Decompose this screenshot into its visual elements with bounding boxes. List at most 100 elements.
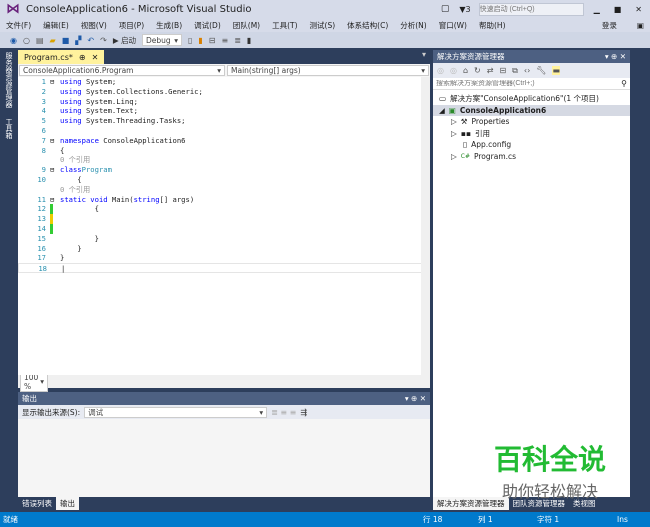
back-icon[interactable]: ◎ [437,66,444,75]
close-tab-icon[interactable]: ✕ [92,53,99,62]
undo-icon[interactable]: ↶ [87,36,94,45]
status-mode: Ins [617,515,628,524]
notification-icon[interactable]: ▢ [441,4,450,14]
menu-edit[interactable]: 编辑(E) [43,20,69,31]
expand-icon[interactable]: ▷ [451,117,457,126]
tree-project[interactable]: ◢ ▣ ConsoleApplication6 [433,104,630,116]
tab-overflow-icon[interactable]: ▾ [422,50,426,64]
reference-count[interactable]: 0 个引用 [60,155,90,165]
forward-icon[interactable]: ◎ [450,66,457,75]
show-all-icon[interactable]: ⧉ [512,66,518,76]
menu-project[interactable]: 项目(P) [119,20,144,31]
tree-solution[interactable]: ▭ 解决方案"ConsoleApplication6"(1 个项目) [433,93,630,105]
save-all-icon[interactable]: ▞ [75,36,81,45]
bookmark-toggle-icon[interactable]: ▮ [247,36,251,45]
solution-toolbar: ◎ ◎ ⌂ ↻ ⇄ ⊟ ⧉ ‹› 🔧︎ ▬ [433,63,630,78]
menu-architecture[interactable]: 体系结构(C) [347,20,388,31]
tab-output[interactable]: 输出 [56,497,79,510]
output-source-select[interactable]: 调试 ▾ [84,406,268,418]
menu-view[interactable]: 视图(V) [81,20,107,31]
clear-all-icon[interactable]: ≣ ≡ ≡ [271,408,296,417]
pin-icon[interactable]: ⊕ [79,53,86,62]
menu-window[interactable]: 窗口(W) [439,20,467,31]
bookmark-icon[interactable]: ▮ [198,36,202,45]
tree-properties[interactable]: ▷ ⚒ Properties [433,116,630,128]
properties-icon[interactable]: 🔧︎ [536,66,546,75]
zoom-value: 100 % [24,372,39,391]
tab-program-cs[interactable]: Program.cs* ⊕ ✕ [18,50,105,64]
quick-launch-input[interactable] [478,2,584,16]
menu-team[interactable]: 团队(M) [233,20,260,31]
menu-help[interactable]: 帮助(H) [479,20,506,31]
item-label: 引用 [474,128,490,138]
flag-icon[interactable]: ▼3 [459,5,470,14]
account-icon[interactable]: ▣ [637,21,644,30]
menu-test[interactable]: 测试(S) [310,20,336,31]
back-icon[interactable]: ◉ [10,36,17,45]
align-icon[interactable]: ⊟ [209,36,216,45]
tree-app-config[interactable]: ▯ App.config [433,139,630,151]
search-icon[interactable]: ⚲ [621,79,627,88]
preview-icon[interactable]: ▬ [552,66,560,75]
tab-error-list[interactable]: 错误列表 [18,497,56,510]
uncomment-icon[interactable]: ≣ [234,36,241,45]
member-select[interactable]: Main(string[] args) ▾ [227,65,429,76]
redo-icon[interactable]: ↷ [100,36,107,45]
navigation-bar: ConsoleApplication6.Program ▾ Main(string… [18,64,430,77]
tree-references[interactable]: ▷ ▪▪ 引用 [433,128,630,140]
menu-analyze[interactable]: 分析(N) [400,20,426,31]
collapse-icon[interactable]: ⊟ [499,66,506,75]
sync-icon[interactable]: ↻ [474,66,481,75]
word-wrap-icon[interactable]: ⇶ [300,408,307,417]
status-char: 字符 1 [537,515,560,524]
config-select[interactable]: Debug ▾ [141,34,182,46]
save-icon[interactable]: ■ [62,36,70,45]
output-text-area[interactable] [18,419,430,497]
panel-controls-icon[interactable]: ▾ ⊕ ✕ [405,394,426,403]
maximize-button[interactable]: ■ [614,5,622,14]
output-source-value: 调试 [88,407,104,417]
tab-label: Program.cs* [24,52,73,62]
minimize-button[interactable]: ▁ [594,5,600,14]
reference-count[interactable]: 0 个引用 [60,185,90,195]
class-select[interactable]: ConsoleApplication6.Program ▾ [19,65,225,76]
menu-debug[interactable]: 调试(D) [194,20,221,31]
config-value: Debug [145,35,171,45]
references-icon: ▪▪ [460,128,471,138]
class-value: ConsoleApplication6.Program [23,66,134,75]
comment-icon[interactable]: ≡ [221,36,228,45]
code-editor: Program.cs* ⊕ ✕ ▾ ConsoleApplication6.Pr… [18,50,430,392]
tree-program-cs[interactable]: ▷ C# Program.cs [433,151,630,163]
open-icon[interactable]: ▰ [50,36,56,45]
item-label: Properties [471,117,510,127]
close-button[interactable]: ✕ [635,5,642,14]
solution-search-input[interactable] [436,80,622,87]
vertical-scrollbar[interactable] [421,77,430,375]
expand-icon[interactable]: ▷ [451,129,457,138]
find-icon[interactable]: ▯ [188,36,192,45]
menu-bar: 文件(F) 编辑(E) 视图(V) 项目(P) 生成(B) 调试(D) 团队(M… [0,18,650,32]
title-bar: ⋈ ConsoleApplication6 - Microsoft Visual… [0,0,650,18]
menu-tools[interactable]: 工具(T) [272,20,297,31]
toolbox-tab[interactable]: 工具箱 [4,118,14,139]
window-title: ConsoleApplication6 - Microsoft Visual S… [26,3,252,15]
horizontal-scrollbar[interactable] [48,377,430,386]
panel-controls-icon[interactable]: ▾ ⊕ ✕ [605,52,626,61]
expand-icon[interactable]: ▷ [451,152,457,161]
start-button[interactable]: ▶ 启动 [113,35,136,46]
menu-file[interactable]: 文件(F) [6,20,31,31]
csproj-icon: ▣ [448,105,456,115]
new-project-icon[interactable]: ▤ [36,36,44,45]
config-file-icon: ▯ [463,140,468,150]
forward-icon[interactable]: ○ [23,36,30,45]
server-explorer-tab[interactable]: 服务器资源管理器 [4,52,14,108]
signin-link[interactable]: 登录 [602,20,617,31]
bottom-tabs: 错误列表 输出 [18,497,79,510]
code-area[interactable]: 1 ⊟ using System; 2 using System.Collection… [18,77,430,375]
output-header: 输出 ▾ ⊕ ✕ [18,392,430,405]
menu-build[interactable]: 生成(B) [156,20,182,31]
code-icon[interactable]: ‹› [524,66,530,75]
refresh-icon[interactable]: ⇄ [487,66,494,75]
home-icon[interactable]: ⌂ [463,66,468,75]
expand-icon[interactable]: ◢ [439,106,445,115]
